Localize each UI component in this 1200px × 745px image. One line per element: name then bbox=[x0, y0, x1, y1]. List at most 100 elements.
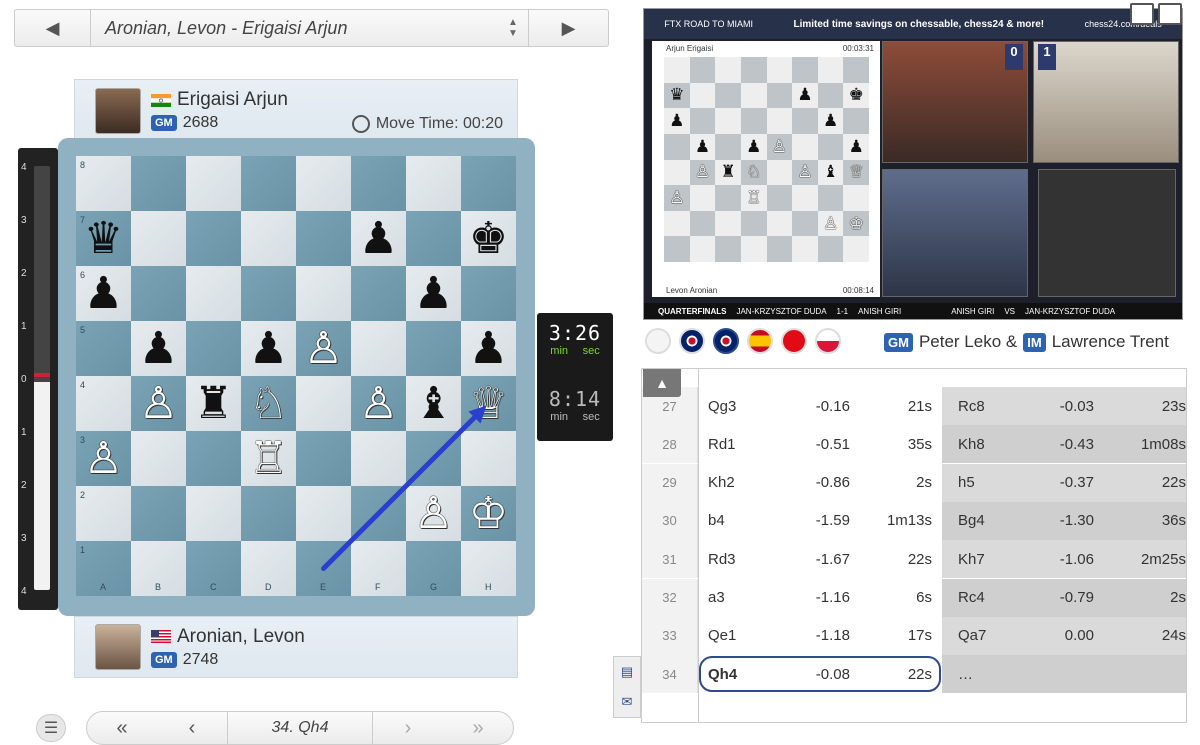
lower-third-text: ANISH GIRI bbox=[951, 306, 995, 316]
computer-commentary-icon[interactable] bbox=[645, 328, 671, 354]
eval-tick-label: 4 bbox=[21, 162, 27, 173]
top-clock: 3:26 min sec bbox=[537, 315, 613, 375]
black-move-cell[interactable]: Bg4 -1.30 36s bbox=[942, 501, 1186, 540]
banner-event: FTX ROAD TO MIAMI bbox=[664, 19, 753, 29]
move-number: 32 bbox=[642, 578, 698, 617]
white-time: 6s bbox=[916, 589, 932, 606]
black-time: 24s bbox=[1161, 627, 1186, 645]
white-time: 17s bbox=[907, 627, 932, 645]
white-move-cell[interactable]: Qe1 -1.18 17s bbox=[698, 617, 942, 655]
mini-square bbox=[817, 236, 844, 262]
popout-icon[interactable] bbox=[1130, 3, 1154, 25]
next-move-button[interactable]: › bbox=[373, 717, 443, 740]
lower-third-round: QUARTERFINALS bbox=[658, 306, 727, 316]
chevron-down-icon: ▼ bbox=[508, 28, 518, 39]
mini-square: ♟ bbox=[792, 82, 818, 109]
white-time: 22s bbox=[907, 665, 932, 683]
triangle-left-icon: ◀ bbox=[45, 17, 60, 38]
white-move: Rd3 bbox=[708, 550, 736, 568]
move-row: 30 b4 -1.59 1m13s Bg4 -1.30 36s bbox=[642, 501, 1186, 540]
chat-tab-icon[interactable]: ✉ bbox=[622, 694, 633, 710]
player-name-row: Aronian, Levon bbox=[151, 626, 305, 648]
white-move-cell[interactable]: Kh2 -0.86 2s bbox=[698, 464, 942, 502]
eval-tick-label: 2 bbox=[21, 268, 27, 279]
white-eval: -0.51 bbox=[815, 435, 850, 453]
mini-square bbox=[766, 82, 793, 109]
english-flag-icon[interactable] bbox=[713, 328, 739, 354]
black-move-cell[interactable]: h5 -0.37 22s bbox=[942, 463, 1186, 502]
black-move: Rc8 bbox=[958, 397, 985, 415]
white-move-cell[interactable]: b4 -1.59 1m13s bbox=[698, 502, 942, 540]
last-move-button[interactable]: » bbox=[443, 717, 513, 740]
current-move-label: 34. Qh4 bbox=[227, 712, 373, 744]
mini-square: ♚ bbox=[843, 82, 869, 109]
move-row: 27 Qg3 -0.16 21s Rc8 -0.03 23s bbox=[642, 387, 1186, 425]
top-player-card: Erigaisi Arjun GM 2688 Move Time: 00:20 bbox=[74, 79, 518, 142]
commentator-names: Lawrence Trent bbox=[1051, 332, 1169, 351]
webcam-board-view bbox=[1038, 169, 1176, 297]
next-game-button[interactable]: ▶ bbox=[528, 10, 608, 46]
turkish-flag-icon[interactable] bbox=[781, 328, 807, 354]
prev-game-button[interactable]: ◀ bbox=[15, 10, 91, 46]
black-eval: -0.43 bbox=[1059, 435, 1094, 453]
arrow-up-icon: ▲ bbox=[655, 375, 669, 391]
lower-third-text: 1-1 bbox=[836, 306, 849, 316]
english-flag-icon[interactable] bbox=[679, 328, 705, 354]
eval-tick-label: 1 bbox=[21, 321, 27, 332]
black-move-cell[interactable]: Rc4 -0.79 2s bbox=[942, 578, 1186, 617]
mini-square bbox=[766, 159, 793, 186]
white-time: 2s bbox=[916, 474, 932, 492]
mini-square bbox=[792, 185, 818, 211]
mini-square bbox=[817, 82, 844, 109]
bottom-clock: 8:14 min sec bbox=[537, 381, 613, 441]
first-move-button[interactable]: « bbox=[87, 717, 157, 740]
white-move: Rd1 bbox=[708, 435, 736, 453]
black-move-cell[interactable]: Kh7 -1.06 2m25s bbox=[942, 540, 1186, 579]
expand-icon[interactable] bbox=[1158, 3, 1182, 25]
notation-tab-icon[interactable]: ▤ bbox=[621, 664, 633, 680]
game-title[interactable]: Aronian, Levon - Erigaisi Arjun bbox=[91, 18, 498, 39]
mini-square: ♘ bbox=[740, 159, 767, 186]
mini-square: ♖ bbox=[740, 185, 767, 211]
video-controls bbox=[1130, 3, 1182, 25]
white-move-cell[interactable]: a3 -1.16 6s bbox=[698, 579, 942, 617]
white-move: Qh4 bbox=[708, 665, 738, 683]
mini-square: ♔ bbox=[843, 210, 869, 237]
polish-flag-icon[interactable] bbox=[815, 328, 841, 354]
mini-square bbox=[664, 133, 690, 160]
mini-square: ♝ bbox=[817, 159, 844, 186]
spanish-flag-icon[interactable] bbox=[747, 328, 773, 354]
lower-third-text: JAN-KRZYSZTOF DUDA bbox=[736, 306, 827, 316]
game-dropdown-toggle[interactable]: ▲ ▼ bbox=[498, 17, 528, 39]
scroll-up-button[interactable]: ▲ bbox=[643, 369, 681, 397]
black-move-cell[interactable]: Rc8 -0.03 23s bbox=[942, 387, 1186, 425]
white-time: 35s bbox=[907, 435, 932, 453]
player-name-row: Erigaisi Arjun bbox=[151, 89, 288, 111]
black-move: h5 bbox=[958, 474, 975, 492]
mini-board-grid: ♛ ♟ ♚ ♟ ♟ ♟ ♟ ♙ ♟ ♙ ♜ ♘ ♙ ♝ ♕ ♙ ♖ ♙ ♔ bbox=[664, 57, 869, 262]
video-player[interactable]: FTX ROAD TO MIAMI Limited time savings o… bbox=[643, 8, 1183, 320]
white-time: 1m13s bbox=[886, 512, 932, 530]
mini-square bbox=[843, 236, 869, 262]
mini-square: ♛ bbox=[664, 82, 690, 109]
mini-square bbox=[689, 185, 716, 211]
move-navigation: « ‹ 34. Qh4 › » bbox=[86, 711, 514, 745]
white-move-cell[interactable]: Qh4 -0.08 22s bbox=[698, 655, 942, 693]
webcam-left: 0 bbox=[882, 41, 1028, 163]
eval-zero-marker bbox=[34, 373, 50, 377]
black-move-cell[interactable]: Kh8 -0.43 1m08s bbox=[942, 425, 1186, 464]
mini-square bbox=[740, 108, 767, 134]
prev-move-button[interactable]: ‹ bbox=[157, 717, 227, 740]
mini-square bbox=[689, 82, 716, 109]
white-move-cell[interactable]: Qg3 -0.16 21s bbox=[698, 387, 942, 425]
white-move-cell[interactable]: Rd3 -1.67 22s bbox=[698, 540, 942, 578]
menu-button[interactable]: ☰ bbox=[36, 714, 66, 742]
black-move-cell[interactable]: … bbox=[942, 655, 1186, 694]
black-eval: -1.30 bbox=[1059, 512, 1094, 530]
black-move: Qa7 bbox=[958, 627, 987, 645]
clock-icon bbox=[351, 115, 370, 133]
white-move-cell[interactable]: Rd1 -0.51 35s bbox=[698, 425, 942, 463]
black-move-cell[interactable]: Qa7 0.00 24s bbox=[942, 616, 1186, 655]
mini-square bbox=[740, 210, 767, 237]
mini-top-clock: 00:03:31 bbox=[842, 43, 874, 53]
